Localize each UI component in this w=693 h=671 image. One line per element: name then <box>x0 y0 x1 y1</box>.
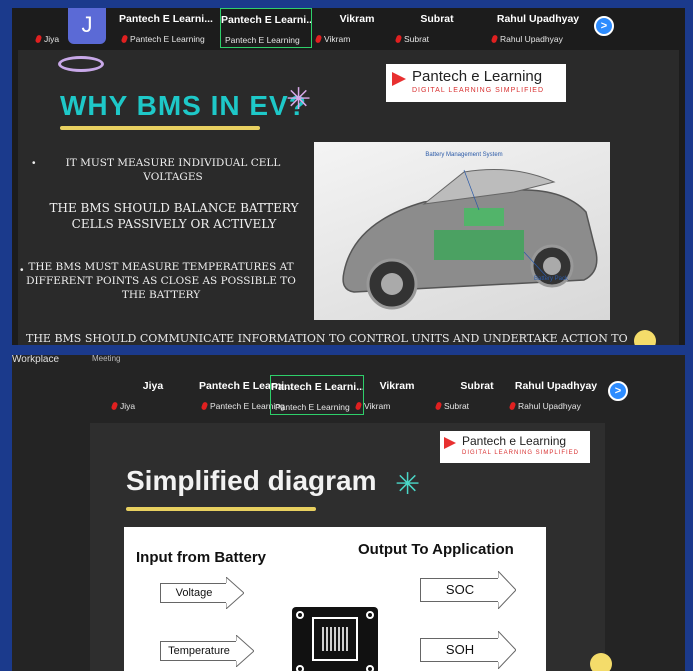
participant-name: Rahul Upadhyay <box>514 380 598 392</box>
next-participants-button[interactable]: > <box>608 381 628 401</box>
decorative-oval <box>58 56 104 72</box>
meeting-window-top: J Jiya Pantech E Learni... Pantech E Lea… <box>0 0 693 345</box>
participant-tile-active[interactable]: Pantech E Learni... Pantech E Learning <box>220 8 312 48</box>
participant-tag: Subrat <box>404 34 430 44</box>
participant-tile[interactable]: Jiya <box>32 8 112 48</box>
pointer-blob <box>590 653 612 671</box>
slide-simplified-diagram: Pantech e Learning DIGITAL LEARNING SIMP… <box>90 423 605 671</box>
logo-play-icon <box>444 437 456 449</box>
participant-tag: Subrat <box>444 401 470 411</box>
app-top-bar: Workplace Meeting <box>12 355 685 371</box>
sparkle-icon: ✳ <box>395 468 421 501</box>
participant-tag: Rahul Upadhyay <box>500 34 563 44</box>
slide-title: Simplified diagram <box>126 465 377 496</box>
mic-muted-icon <box>200 401 209 411</box>
participant-name: Rahul Upadhyay <box>496 13 580 25</box>
participant-tag: Vikram <box>324 34 351 44</box>
participant-name: Subrat <box>420 13 454 25</box>
output-arrow-soc: SOC <box>420 571 516 609</box>
shared-screen-bottom: Workplace Meeting Jiya Jiya Pantech E Le… <box>12 355 685 671</box>
slide-why-bms: WHY BMS IN EV? ✳ Pantech e Learning DIGI… <box>18 50 679 345</box>
output-heading: Output To Application <box>358 541 514 558</box>
mic-muted-icon <box>508 401 517 411</box>
participant-tile[interactable]: Rahul Upadhyay Rahul Upadhyay <box>488 8 588 48</box>
mic-muted-icon <box>34 34 43 44</box>
workplace-tab[interactable]: Workplace <box>12 355 59 365</box>
participant-tag: Pantech E Learning <box>275 402 350 412</box>
mic-muted-icon <box>110 401 119 411</box>
diagram-panel: Input from Battery Output To Application… <box>124 527 546 671</box>
slide-title: WHY BMS IN EV? <box>60 90 307 121</box>
participant-name: Vikram <box>379 380 415 392</box>
participant-tile[interactable]: Rahul Upadhyay Rahul Upadhyay <box>506 375 606 415</box>
car-illustration <box>342 169 598 310</box>
participant-tag: Pantech E Learning <box>225 35 300 45</box>
meeting-window-bottom: Workplace Meeting Jiya Jiya Pantech E Le… <box>0 350 693 671</box>
pointer-blob <box>634 330 656 345</box>
input-arrow-voltage: Voltage <box>160 577 244 609</box>
mic-muted-icon <box>490 34 499 44</box>
input-heading: Input from Battery <box>136 549 267 566</box>
sparkle-icon: ✳ <box>286 83 312 116</box>
slide-point: THE BMS MUST MEASURE TEMPERATURES AT DIF… <box>26 261 296 302</box>
mic-muted-icon <box>354 401 363 411</box>
participant-tile[interactable]: Subrat Subrat <box>392 8 482 48</box>
participant-strip: Jiya Jiya Pantech E Learni... Pantech E … <box>12 375 685 415</box>
participant-name: Pantech E Learni... <box>221 14 311 26</box>
mic-muted-icon <box>120 34 129 44</box>
mic-muted-icon <box>434 401 443 411</box>
participant-tile[interactable]: Vikram Vikram <box>352 375 442 415</box>
next-participants-button[interactable]: > <box>594 16 614 36</box>
participant-name: Pantech E Learni... <box>119 13 213 25</box>
pantech-logo: Pantech e Learning DIGITAL LEARNING SIMP… <box>386 64 566 102</box>
participant-name: Jiya <box>142 380 164 392</box>
title-underline <box>60 126 260 130</box>
participant-tag: Vikram <box>364 401 391 411</box>
participant-strip: J Jiya Pantech E Learni... Pantech E Lea… <box>12 8 685 48</box>
output-arrow-soh: SOH <box>420 631 516 669</box>
participant-tag: Pantech E Learning <box>130 34 205 44</box>
participant-tile[interactable]: Jiya Jiya <box>108 375 198 415</box>
participant-tag: Rahul Upadhyay <box>518 401 581 411</box>
bullet: • <box>32 158 36 169</box>
participant-name: Pantech E Learni... <box>271 381 363 393</box>
shared-screen-top: J Jiya Pantech E Learni... Pantech E Lea… <box>12 8 685 345</box>
bms-label: Battery Management System <box>425 152 503 158</box>
logo-play-icon <box>392 72 406 86</box>
participant-tile[interactable]: Vikram Vikram <box>312 8 402 48</box>
slide-point: THE BMS SHOULD BALANCE BATTERY CELLS PAS… <box>49 201 299 232</box>
pantech-logo: Pantech e Learning DIGITAL LEARNING SIMP… <box>440 431 590 463</box>
slide-point: IT MUST MEASURE INDIVIDUAL CELL VOLTAGES <box>65 157 281 184</box>
mic-muted-icon <box>394 34 403 44</box>
mic-muted-icon <box>314 34 323 44</box>
battery-pack-label: Battery Pack <box>534 276 569 282</box>
participant-tag: Jiya <box>120 401 136 411</box>
meeting-tab[interactable]: Meeting <box>92 355 120 363</box>
participant-name: Vikram <box>339 13 375 25</box>
participant-tile[interactable]: Pantech E Learni... Pantech E Learning <box>118 8 214 48</box>
slide-point-cut: THE BMS SHOULD COMMUNICATE INFORMATION T… <box>26 332 628 345</box>
input-arrow-temperature: Temperature <box>160 635 254 667</box>
bms-chip-icon <box>292 607 378 671</box>
title-underline <box>126 507 316 511</box>
participant-tag: Jiya <box>44 34 60 44</box>
participant-tile-active[interactable]: Pantech E Learni... Pantech E Learning <box>270 375 364 415</box>
ev-battery-image: Battery Management System Battery Pack <box>314 142 610 320</box>
